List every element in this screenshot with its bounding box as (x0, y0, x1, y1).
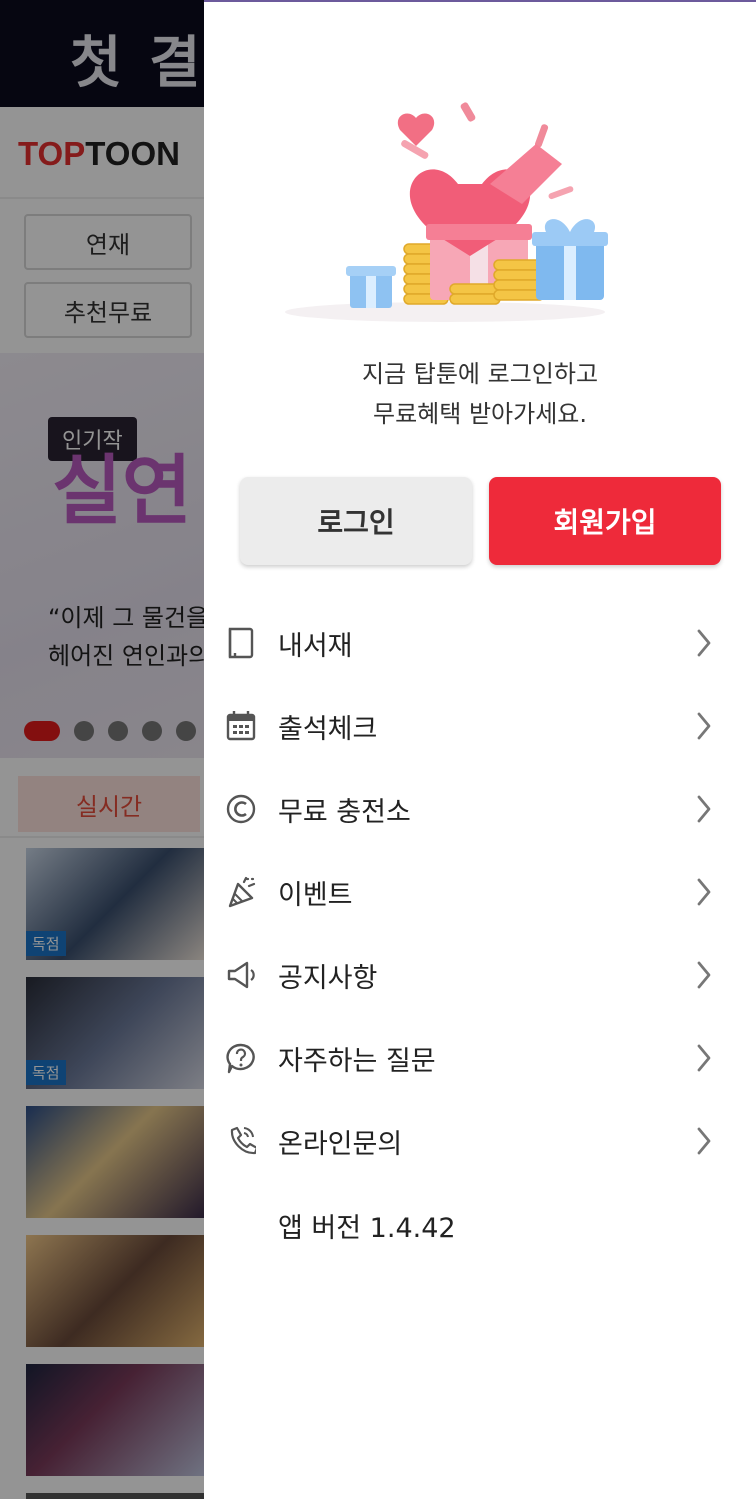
menu-item-free-charge[interactable]: 무료 충전소 (204, 768, 756, 851)
signup-button[interactable]: 회원가입 (489, 477, 721, 565)
calendar-icon (226, 711, 256, 741)
megaphone-icon (227, 961, 255, 989)
menu-item-label: 출석체크 (278, 714, 378, 745)
book-icon (228, 627, 254, 659)
chevron-right-icon (697, 629, 711, 657)
menu-item-faq[interactable]: 자주하는 질문 (204, 1017, 756, 1100)
menu-item-label: 무료 충전소 (278, 797, 411, 828)
chevron-right-icon (697, 878, 711, 906)
chevron-right-icon (697, 795, 711, 823)
menu-item-notice[interactable]: 공지사항 (204, 934, 756, 1017)
party-popper-icon (228, 876, 256, 908)
menu-item-label: 이벤트 (278, 880, 353, 911)
gift-box-illustration (285, 102, 608, 322)
phone-call-icon (230, 1126, 256, 1155)
chevron-right-icon (697, 1127, 711, 1155)
menu-item-attendance[interactable]: 출석체크 (204, 685, 756, 768)
menu-item-library[interactable]: 내서재 (204, 602, 756, 685)
side-drawer: 지금 탑툰에 로그인하고 무료혜택 받아가세요. 로그인 회원가입 내서재 출석… (204, 0, 756, 1499)
menu-item-label: 내서재 (278, 631, 353, 662)
login-button[interactable]: 로그인 (240, 477, 472, 565)
login-promo-message: 지금 탑툰에 로그인하고 무료혜택 받아가세요. (204, 354, 756, 434)
menu-item-label: 공지사항 (278, 963, 378, 994)
question-bubble-icon (226, 1043, 255, 1074)
menu-item-label: 온라인문의 (278, 1129, 403, 1160)
menu-item-event[interactable]: 이벤트 (204, 851, 756, 934)
login-promo-line: 무료혜택 받아가세요. (373, 400, 587, 428)
chevron-right-icon (697, 1044, 711, 1072)
copyright-coin-icon (226, 794, 256, 824)
chevron-right-icon (697, 712, 711, 740)
login-promo-line: 지금 탑툰에 로그인하고 (361, 360, 599, 388)
menu-item-online-inquiry[interactable]: 온라인문의 (204, 1100, 756, 1183)
drawer-menu: 내서재 출석체크 무료 충전소 이벤트 공지사항 자주하는 질문 온라인문의 (204, 602, 756, 1183)
chevron-right-icon (697, 961, 711, 989)
app-version: 앱 버전 1.4.42 (278, 1213, 456, 1244)
menu-item-label: 자주하는 질문 (278, 1046, 436, 1077)
